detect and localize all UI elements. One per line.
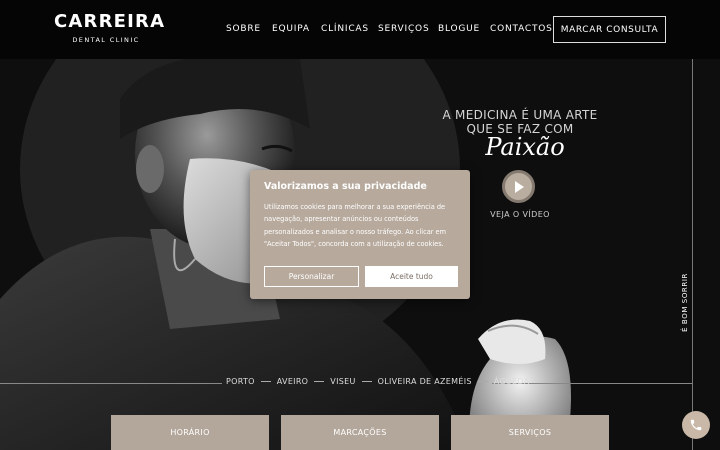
right-divider-line xyxy=(692,59,693,450)
city-agueda[interactable]: ÁGUEDA xyxy=(494,377,530,386)
hero-tagline: A MEDICINA É UMA ARTE QUE SE FAZ COM Pai… xyxy=(440,108,600,160)
appointments-box[interactable]: MARCAÇÕES xyxy=(281,415,439,450)
side-text-label: É BOM SORRIR xyxy=(681,273,689,332)
cookie-actions: Personalizar Aceite tudo xyxy=(264,266,458,287)
logo-title: CARREIRA xyxy=(54,11,166,32)
accept-all-cookies-button[interactable]: Aceite tudo xyxy=(365,266,458,287)
nav-item-clinicas[interactable]: CLÍNICAS xyxy=(321,24,369,34)
cookie-title: Valorizamos a sua privacidade xyxy=(264,181,427,192)
city-aveiro[interactable]: AVEIRO xyxy=(277,377,309,386)
schedule-box[interactable]: HORÁRIO xyxy=(111,415,269,450)
services-box[interactable]: SERVIÇOS xyxy=(451,415,609,450)
info-boxes: HORÁRIO MARCAÇÕES SERVIÇOS xyxy=(111,415,609,450)
nav-item-equipa[interactable]: EQUIPA xyxy=(272,24,310,34)
phone-button[interactable] xyxy=(682,411,710,439)
city-porto[interactable]: PORTO xyxy=(226,377,255,386)
logo[interactable]: CARREIRA DENTAL CLINIC xyxy=(54,11,166,45)
book-appointment-button[interactable]: MARCAR CONSULTA xyxy=(553,16,666,43)
cookie-text: Utilizamos cookies para melhorar a sua e… xyxy=(264,203,447,248)
city-separator xyxy=(314,381,325,382)
site-header: CARREIRA DENTAL CLINIC SOBRE EQUIPA CLÍN… xyxy=(0,0,720,59)
nav-item-contactos[interactable]: CONTACTOS xyxy=(490,24,553,34)
side-text: É BOM SORRIR xyxy=(681,273,695,333)
logo-subtitle: DENTAL CLINIC xyxy=(72,36,140,44)
video-label[interactable]: VEJA O VÍDEO xyxy=(486,210,554,219)
city-oliveira-de-azemeis[interactable]: OLIVEIRA DE AZEMÉIS xyxy=(378,377,472,386)
city-separator xyxy=(260,381,271,382)
play-icon xyxy=(515,180,524,193)
city-list: PORTO AVEIRO VISEU OLIVEIRA DE AZEMÉIS Á… xyxy=(226,377,529,386)
cities-line-left xyxy=(0,383,222,384)
nav-item-servicos[interactable]: SERVIÇOS xyxy=(378,24,429,34)
cookie-consent-dialog: Valorizamos a sua privacidade Utilizamos… xyxy=(250,170,470,299)
city-viseu[interactable]: VISEU xyxy=(330,377,355,386)
phone-icon xyxy=(690,419,702,431)
city-separator xyxy=(361,381,372,382)
tagline-script: Paixão xyxy=(485,133,565,161)
tagline-line-1: A MEDICINA É UMA ARTE xyxy=(442,108,598,122)
play-video-button[interactable] xyxy=(502,170,535,203)
city-separator xyxy=(477,381,488,382)
customize-cookies-button[interactable]: Personalizar xyxy=(264,266,359,287)
nav-item-sobre[interactable]: SOBRE xyxy=(226,24,261,34)
nav-item-blogue[interactable]: BLOGUE xyxy=(438,24,480,34)
